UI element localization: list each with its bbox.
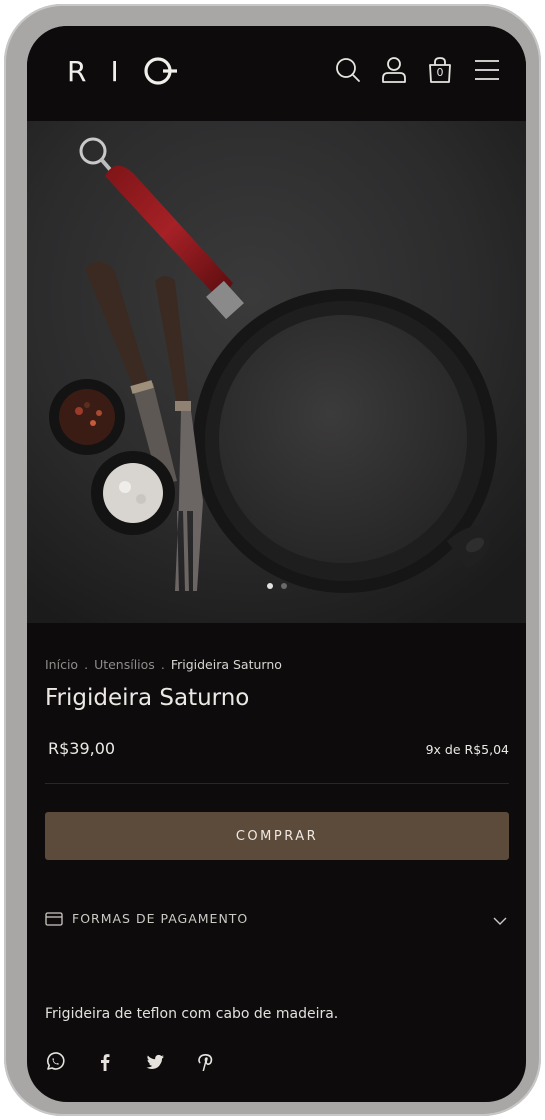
twitter-icon[interactable] (145, 1052, 165, 1072)
whatsapp-icon[interactable] (45, 1052, 65, 1072)
breadcrumb-current: Frigideira Saturno (170, 657, 282, 672)
gallery-dot-2[interactable] (280, 583, 287, 589)
screen: R I 0 Início . Utensílios . Frigideira S… (27, 26, 526, 1102)
breadcrumb-category[interactable]: Utensílios (94, 657, 155, 672)
header: R I 0 (27, 26, 526, 121)
breadcrumb-separator: . (84, 657, 89, 672)
phone-frame: R I 0 Início . Utensílios . Frigideira S… (4, 4, 541, 1116)
cart-count: 0 (436, 66, 444, 79)
breadcrumb-separator: . (160, 657, 165, 672)
payment-methods-label: FORMAS DE PAGAMENTO (72, 910, 249, 926)
pinterest-icon[interactable] (195, 1052, 215, 1072)
buy-button[interactable]: COMPRAR (45, 812, 509, 860)
gallery-dots (27, 583, 526, 589)
product-image-gallery[interactable] (27, 121, 526, 623)
search-icon[interactable] (334, 56, 362, 84)
product-price: R$39,00 (48, 739, 116, 758)
product-title: Frigideira Saturno (45, 685, 250, 711)
logo-letter-r: R (67, 54, 89, 88)
installment-info: 9x de R$5,04 (425, 742, 509, 757)
divider (45, 783, 509, 784)
logo[interactable]: R I (67, 54, 177, 88)
breadcrumb-home[interactable]: Início (45, 657, 78, 672)
credit-card-icon (45, 911, 63, 926)
chevron-down-icon (493, 911, 507, 930)
product-image (27, 121, 526, 623)
logo-o-mark (143, 54, 177, 88)
facebook-icon[interactable] (95, 1052, 115, 1072)
payment-methods-toggle[interactable]: FORMAS DE PAGAMENTO (45, 906, 509, 930)
share-icons (45, 1052, 215, 1072)
breadcrumb: Início . Utensílios . Frigideira Saturno (45, 657, 282, 672)
user-icon[interactable] (380, 56, 408, 84)
product-description: Frigideira de teflon com cabo de madeira… (45, 1006, 339, 1022)
gallery-dot-1[interactable] (266, 583, 273, 589)
menu-icon[interactable] (473, 56, 501, 84)
cart-icon[interactable]: 0 (426, 56, 454, 84)
logo-letter-i: I (110, 54, 121, 88)
